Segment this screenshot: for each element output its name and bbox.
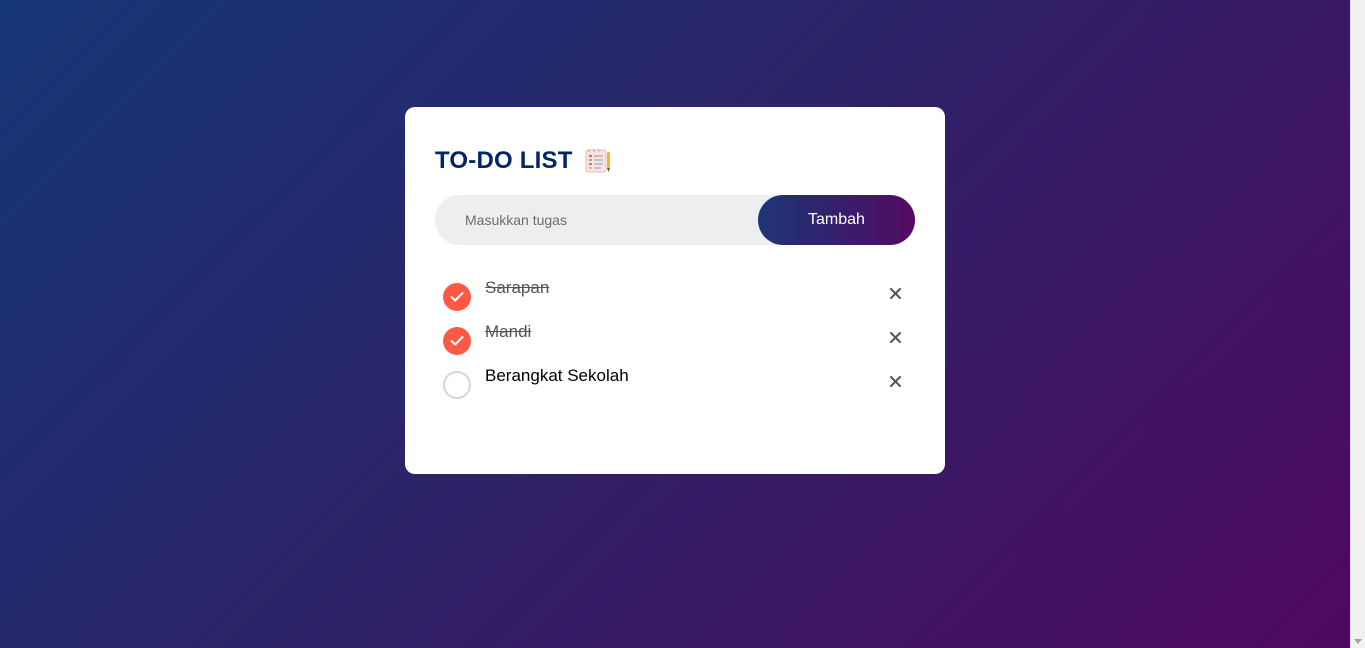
task-item-sarapan[interactable]: Sarapan (435, 270, 915, 314)
close-icon[interactable] (887, 373, 903, 389)
header: TO-DO LIST (435, 147, 915, 175)
task-label: Berangkat Sekolah (485, 366, 629, 385)
scroll-down-arrow-icon[interactable] (1354, 639, 1362, 644)
vertical-scrollbar[interactable] (1350, 0, 1365, 648)
checked-circle-icon[interactable] (443, 327, 471, 355)
task-label: Sarapan (485, 278, 550, 297)
close-icon[interactable] (887, 329, 903, 345)
unchecked-circle-icon[interactable] (443, 371, 471, 399)
task-item-mandi[interactable]: Mandi (435, 314, 915, 358)
memo-list-icon (583, 148, 611, 174)
add-task-button[interactable]: Tambah (758, 195, 915, 245)
task-label: Mandi (485, 322, 532, 341)
add-task-row: Tambah (435, 195, 915, 245)
task-list: Sarapan Mandi Berangkat Sekolah (435, 270, 915, 402)
close-icon[interactable] (887, 285, 903, 301)
task-item-berangkat-sekolah[interactable]: Berangkat Sekolah (435, 358, 915, 402)
page-background: TO-DO LIST Masukkan tugas Tambah Sarapan… (0, 0, 1350, 648)
todo-app-card: TO-DO LIST Masukkan tugas Tambah Sarapan… (405, 107, 945, 474)
page-title: TO-DO LIST (435, 147, 573, 174)
checked-circle-icon[interactable] (443, 283, 471, 311)
task-input[interactable] (435, 202, 758, 238)
